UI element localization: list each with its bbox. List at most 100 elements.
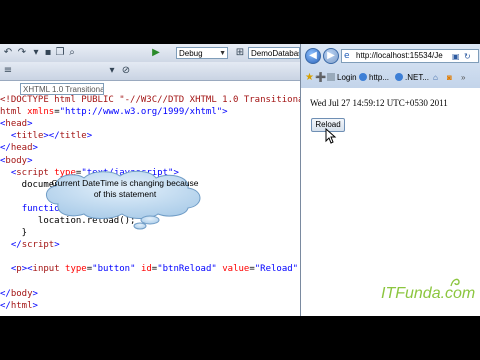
redo-icon[interactable]: ↷ xyxy=(16,47,28,59)
code-token: "http://www.w3.org/1999/xhtml" xyxy=(59,107,223,118)
page-content: Wed Jul 27 14:59:12 UTC+0530 2011 Reload… xyxy=(301,88,480,316)
forward-button[interactable]: ▶ xyxy=(323,48,339,64)
code-token: <!DOCTYPE html PUBLIC "-//W3C//DTD XHTML… xyxy=(0,95,300,105)
code-token: title xyxy=(16,131,44,142)
target-schema-icon: ≡ xyxy=(3,65,13,76)
code-token: ></ xyxy=(43,131,60,142)
code-line: <body> xyxy=(0,155,33,167)
find-in-files-icon[interactable]: ⊞ xyxy=(234,47,246,59)
save-icon[interactable]: ▪ xyxy=(42,47,54,59)
code-token: body xyxy=(5,155,28,166)
home-icon[interactable]: ⌂ xyxy=(433,72,438,84)
code-line: <p><input type="button" id="btnReload" v… xyxy=(0,263,300,275)
callout-text: Current DateTime is changing because of … xyxy=(51,178,199,199)
startup-project-value: DemoDatabase xyxy=(251,49,299,58)
code-token: > xyxy=(86,131,93,142)
compatibility-view-icon[interactable]: ▣ xyxy=(452,51,460,62)
forward-arrow-icon: ▶ xyxy=(327,50,335,61)
favorites-bar: ★ ➕ Login http... .NET... ⌂ ◙ » xyxy=(301,68,480,88)
mouse-pointer-icon xyxy=(325,128,337,144)
code-token: "btnReload" xyxy=(157,264,217,275)
code-line: <!DOCTYPE html PUBLIC "-//W3C//DTD XHTML… xyxy=(0,94,300,106)
favorites-star-icon[interactable]: ★ xyxy=(305,72,314,84)
validation-icon[interactable]: ⊘ xyxy=(120,65,132,77)
letterbox-bottom xyxy=(0,316,480,360)
code-token: head xyxy=(5,119,28,130)
startup-project-select[interactable]: DemoDatabase xyxy=(248,47,300,59)
code-token: input xyxy=(32,264,66,275)
code-token: "button" xyxy=(92,264,136,275)
code-token: html xyxy=(10,300,33,311)
code-token: > xyxy=(32,288,38,299)
internet-explorer-window: ◀ ▶ e http://localhost:15534/Je ▣ ↻ ★ ➕ … xyxy=(300,44,480,316)
code-token: > xyxy=(27,155,33,166)
code-line: </body> xyxy=(0,288,38,300)
back-arrow-icon: ◀ xyxy=(309,50,317,61)
page-icon xyxy=(327,73,335,81)
code-line: <title></title> xyxy=(0,130,92,142)
code-line: </html> xyxy=(0,300,38,312)
ie-page-icon: e xyxy=(344,51,350,61)
dropdown-arrow-icon[interactable]: ▾ xyxy=(30,47,42,59)
code-token: type xyxy=(65,264,87,275)
code-token: > xyxy=(32,143,38,154)
visual-studio-window: ↶ ↷ ▾ ▪ ❐ ⌕ ▶ Debug ▼ DemoDatabase ⊞ ≡ X… xyxy=(0,44,300,316)
find-icon[interactable]: ⌕ xyxy=(66,47,78,59)
code-token: script xyxy=(21,240,55,251)
favorite-login[interactable]: Login xyxy=(327,72,357,84)
vs-html-toolbar: ≡ XHTML 1.0 Transitional ▾ ⊘ xyxy=(0,62,300,95)
letterbox-top xyxy=(0,0,480,44)
add-favorite-icon[interactable]: ➕ xyxy=(315,72,326,84)
refresh-icon[interactable]: ↻ xyxy=(464,51,471,62)
chevron-right-icon[interactable]: » xyxy=(461,72,465,84)
copy-icon[interactable]: ❐ xyxy=(54,47,66,59)
code-token: id xyxy=(140,264,152,275)
back-button[interactable]: ◀ xyxy=(305,48,321,64)
code-token: title xyxy=(59,131,87,142)
code-token: "Reload" xyxy=(254,264,299,275)
favorite-label: http... xyxy=(369,73,390,82)
code-token: > xyxy=(27,119,33,130)
vs-standard-toolbar: ↶ ↷ ▾ ▪ ❐ ⌕ ▶ Debug ▼ DemoDatabase ⊞ xyxy=(0,44,300,63)
address-bar[interactable]: e http://localhost:15534/Je ▣ ↻ xyxy=(341,49,479,63)
code-token: xmlns xyxy=(27,107,55,118)
callout-bubble: Current DateTime is changing because of … xyxy=(38,170,210,230)
code-token: </ xyxy=(0,143,11,154)
code-line: } xyxy=(0,227,27,239)
ie-page-icon xyxy=(395,73,403,81)
favorite-http[interactable]: http... xyxy=(359,72,389,84)
code-token: </ xyxy=(10,240,22,251)
chevron-down-icon: ▼ xyxy=(219,50,226,57)
favorite-label: Login xyxy=(337,73,357,82)
logo-swirl-icon xyxy=(450,278,460,287)
code-token: > xyxy=(222,107,228,118)
ie-toolbar: ◀ ▶ e http://localhost:15534/Je ▣ ↻ ★ ➕ … xyxy=(301,44,480,89)
code-token: html xyxy=(0,107,28,118)
code-line: <head> xyxy=(0,118,33,130)
solution-configuration-select[interactable]: Debug ▼ xyxy=(176,47,228,59)
screen: ↶ ↷ ▾ ▪ ❐ ⌕ ▶ Debug ▼ DemoDatabase ⊞ ≡ X… xyxy=(0,0,480,360)
current-date-text: Wed Jul 27 14:59:12 UTC+0530 2011 xyxy=(310,98,448,108)
code-line: </head> xyxy=(0,142,38,154)
undo-icon[interactable]: ↶ xyxy=(2,47,14,59)
address-text: http://localhost:15534/Je xyxy=(356,51,443,60)
favorite-label: .NET... xyxy=(405,73,430,82)
code-line: </script> xyxy=(0,239,60,251)
rss-feed-icon[interactable]: ◙ xyxy=(447,72,452,84)
code-token: body xyxy=(10,288,33,299)
code-token: > xyxy=(32,300,38,311)
schema-dropdown-arrow-icon[interactable]: ▾ xyxy=(106,65,118,77)
code-token: >< xyxy=(21,264,33,275)
code-token: > xyxy=(54,240,60,251)
code-token: </ xyxy=(0,300,11,311)
code-token: </ xyxy=(0,288,11,299)
favorite-dotnet[interactable]: .NET... xyxy=(395,72,429,84)
itfunda-logo: ITFunda.com xyxy=(381,285,476,302)
start-debugging-icon[interactable]: ▶ xyxy=(150,47,162,59)
code-token: value xyxy=(222,264,250,275)
